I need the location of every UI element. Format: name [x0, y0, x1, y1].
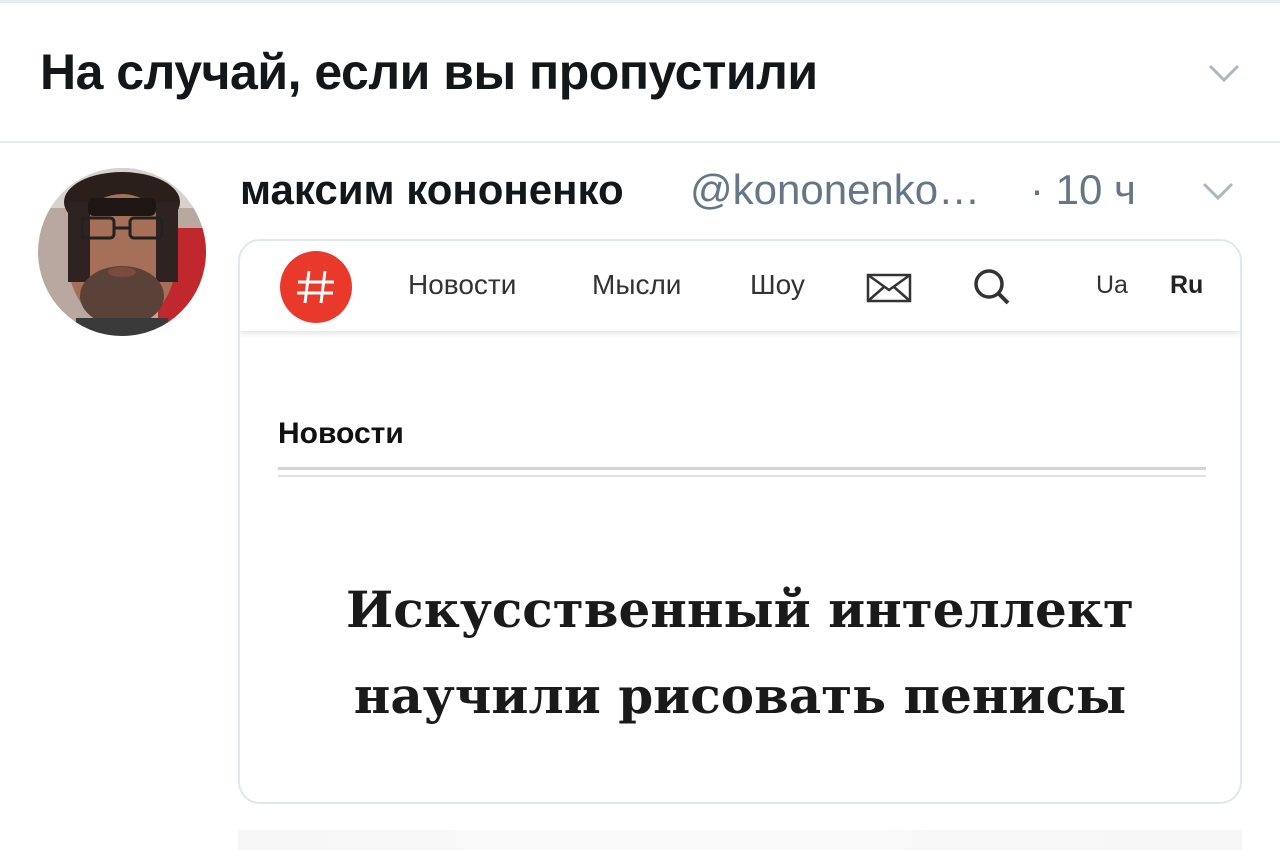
author-handle[interactable]: @kononenko…	[690, 166, 980, 214]
hash-logo-icon[interactable]	[280, 251, 352, 323]
section-divider	[278, 467, 1206, 470]
chevron-down-icon[interactable]	[1204, 58, 1244, 88]
link-preview-card[interactable]: Новости Мысли Шоу Ua Ru Новости Искусств…	[238, 239, 1242, 804]
section-header: На случай, если вы пропустили	[0, 3, 1280, 143]
search-icon[interactable]	[970, 265, 1014, 309]
headline-line-1: Искусственный интеллект	[346, 580, 1134, 639]
tweet-timestamp[interactable]: · 10 ч	[1030, 166, 1136, 214]
language-ua[interactable]: Ua	[1096, 271, 1128, 300]
next-content-fade	[238, 830, 1242, 850]
language-ru[interactable]: Ru	[1170, 271, 1203, 300]
section-divider-secondary	[278, 475, 1206, 477]
article-headline[interactable]: Искусственный интеллект научили рисовать…	[240, 567, 1240, 739]
avatar[interactable]	[38, 168, 206, 336]
author-name[interactable]: максим кононенко	[240, 166, 624, 214]
tweet-header: максим кононенко @kononenko… · 10 ч	[240, 162, 1260, 218]
site-navbar: Новости Мысли Шоу Ua Ru	[240, 241, 1240, 331]
mail-icon[interactable]	[866, 273, 912, 303]
site-nav-thoughts[interactable]: Мысли	[592, 269, 681, 301]
headline-line-2: научили рисовать пенисы	[353, 666, 1127, 725]
article-section-label[interactable]: Новости	[278, 417, 404, 451]
site-nav-show[interactable]: Шоу	[750, 269, 805, 301]
tweet-menu-chevron-down-icon[interactable]	[1198, 176, 1238, 206]
section-title: На случай, если вы пропустили	[40, 44, 818, 100]
site-nav-news[interactable]: Новости	[408, 269, 516, 301]
